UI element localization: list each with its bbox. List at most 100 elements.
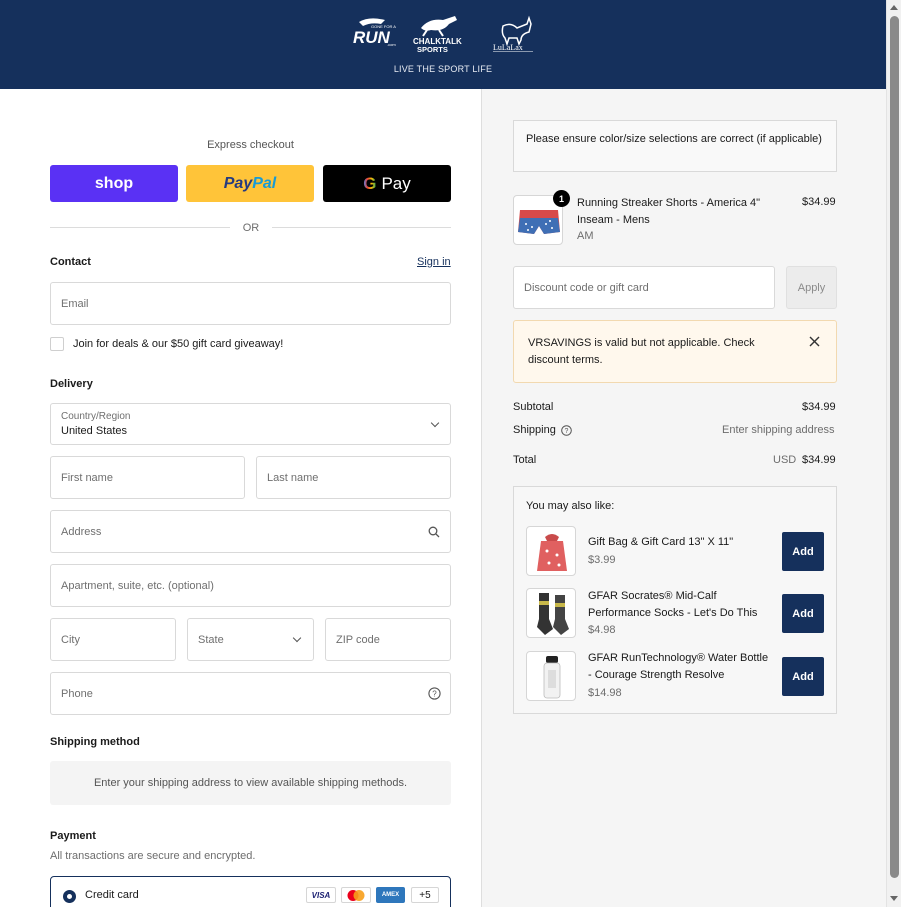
- upsell-item-price: $3.99: [588, 554, 616, 566]
- svg-text:LuLaLax: LuLaLax: [493, 43, 523, 52]
- mastercard-icon: [341, 887, 371, 903]
- shipping-label: Shipping: [513, 424, 556, 436]
- subtotal-value: $34.99: [802, 401, 836, 413]
- product-name: Running Streaker Shorts - America 4" Ins…: [577, 197, 761, 226]
- google-g-icon: G: [363, 173, 377, 193]
- site-header: GONE FOR A RUN .com CHALKTALK SPORTS LuL…: [0, 0, 886, 89]
- total-value: $34.99: [802, 454, 836, 466]
- scrollbar-thumb[interactable]: [890, 16, 899, 878]
- credit-card-option[interactable]: Credit card VISA AMEX +5: [50, 876, 451, 907]
- phone-field[interactable]: Phone ?: [50, 672, 451, 715]
- svg-text:?: ?: [432, 690, 437, 699]
- amex-text: AMEX: [381, 892, 400, 898]
- first-name-field[interactable]: First name: [50, 456, 245, 499]
- discount-code-field[interactable]: Discount code or gift card: [513, 266, 775, 309]
- gfar-logo: GONE FOR A RUN .com: [353, 18, 396, 47]
- address-placeholder: Address: [61, 525, 102, 538]
- country-select[interactable]: Country/Region United States: [50, 403, 451, 445]
- paypal-label-pal: Pal: [252, 174, 277, 192]
- zip-placeholder: ZIP code: [336, 633, 380, 646]
- lulalax-logo: LuLaLax: [493, 15, 533, 52]
- tagline: LIVE THE SPORT LIFE: [393, 64, 493, 74]
- amex-icon: AMEX: [376, 887, 405, 903]
- divider-left: [50, 227, 230, 228]
- upsell-item-name: Gift Bag & Gift Card 13" X 11": [588, 536, 734, 548]
- shipping-value: Enter shipping address: [722, 424, 835, 436]
- visa-text: VISA: [311, 890, 331, 900]
- visa-icon: VISA: [306, 887, 336, 903]
- upsell-thumbnail: [526, 651, 576, 701]
- city-placeholder: City: [61, 633, 80, 646]
- or-separator: OR: [242, 222, 260, 234]
- gift-bag-image: [537, 534, 567, 571]
- product-variant: AM: [577, 230, 594, 242]
- address-field[interactable]: Address: [50, 510, 451, 553]
- phone-placeholder: Phone: [61, 687, 93, 700]
- selection-notice: Please ensure color/size selections are …: [513, 120, 837, 172]
- svg-text:.com: .com: [387, 42, 396, 47]
- google-pay-button[interactable]: G Pay: [323, 165, 451, 202]
- upsell-thumbnail: [526, 526, 576, 576]
- scroll-down-icon[interactable]: [890, 896, 898, 901]
- add-button[interactable]: Add: [782, 532, 824, 571]
- payment-subtitle: All transactions are secure and encrypte…: [50, 850, 256, 862]
- apply-discount-button[interactable]: Apply: [786, 266, 837, 309]
- scroll-up-icon[interactable]: [890, 5, 898, 10]
- brand-logos[interactable]: GONE FOR A RUN .com CHALKTALK SPORTS LuL…: [351, 14, 534, 54]
- search-icon: [428, 526, 440, 538]
- upsell-item-name: GFAR Socrates® Mid-Calf Performance Sock…: [588, 590, 758, 619]
- svg-text:RUN: RUN: [353, 28, 391, 47]
- last-name-placeholder: Last name: [267, 471, 319, 484]
- apartment-field[interactable]: Apartment, suite, etc. (optional): [50, 564, 451, 607]
- discount-alert: VRSAVINGS is valid but not applicable. C…: [513, 320, 837, 383]
- discount-alert-text: VRSAVINGS is valid but not applicable. C…: [528, 337, 755, 366]
- help-icon[interactable]: ?: [561, 425, 572, 436]
- state-select[interactable]: State: [187, 618, 314, 661]
- shop-pay-button[interactable]: shop: [50, 165, 178, 202]
- google-pay-label: Pay: [381, 173, 411, 193]
- credit-card-label: Credit card: [85, 889, 139, 901]
- svg-text:?: ?: [565, 428, 569, 435]
- help-icon[interactable]: ?: [428, 687, 441, 700]
- quantity-badge: 1: [553, 190, 570, 207]
- express-checkout-title: Express checkout: [207, 139, 294, 151]
- state-placeholder: State: [198, 633, 224, 646]
- credit-card-radio[interactable]: [63, 890, 76, 903]
- zip-field[interactable]: ZIP code: [325, 618, 451, 661]
- shipping-method-info: Enter your shipping address to view avai…: [50, 761, 451, 805]
- city-field[interactable]: City: [50, 618, 176, 661]
- email-placeholder: Email: [61, 297, 89, 310]
- upsell-item-name: GFAR RunTechnology® Water Bottle - Coura…: [588, 652, 769, 681]
- upsell-item-price: $4.98: [588, 624, 616, 636]
- paypal-button[interactable]: Pay Pal: [186, 165, 314, 202]
- upsell-item-price: $14.98: [588, 687, 622, 699]
- socks-image: [537, 593, 569, 635]
- upsell-title: You may also like:: [526, 500, 615, 512]
- email-field[interactable]: Email: [50, 282, 451, 325]
- close-icon[interactable]: [809, 336, 820, 347]
- upsell-thumbnail: [526, 588, 576, 638]
- subtotal-label: Subtotal: [513, 401, 554, 413]
- last-name-field[interactable]: Last name: [256, 456, 451, 499]
- payment-title: Payment: [50, 830, 96, 842]
- delivery-title: Delivery: [50, 378, 93, 390]
- first-name-placeholder: First name: [61, 471, 113, 484]
- divider-right: [272, 227, 451, 228]
- newsletter-checkbox[interactable]: [50, 337, 64, 351]
- total-label: Total: [513, 454, 537, 466]
- shipping-method-title: Shipping method: [50, 736, 140, 748]
- paypal-label-pay: Pay: [223, 174, 253, 192]
- add-button[interactable]: Add: [782, 594, 824, 633]
- more-cards-badge: +5: [411, 887, 439, 903]
- add-button[interactable]: Add: [782, 657, 824, 696]
- sign-in-link[interactable]: Sign in: [417, 256, 451, 268]
- apartment-placeholder: Apartment, suite, etc. (optional): [61, 579, 214, 592]
- more-cards-text: +5: [419, 889, 431, 901]
- country-label: Country/Region: [61, 411, 131, 422]
- chevron-down-icon: [430, 418, 440, 428]
- page-scrollbar[interactable]: [886, 0, 901, 907]
- chevron-down-icon: [292, 633, 302, 643]
- shop-pay-label: shop: [94, 174, 134, 192]
- svg-text:SPORTS: SPORTS: [417, 45, 448, 54]
- contact-title: Contact: [50, 256, 91, 268]
